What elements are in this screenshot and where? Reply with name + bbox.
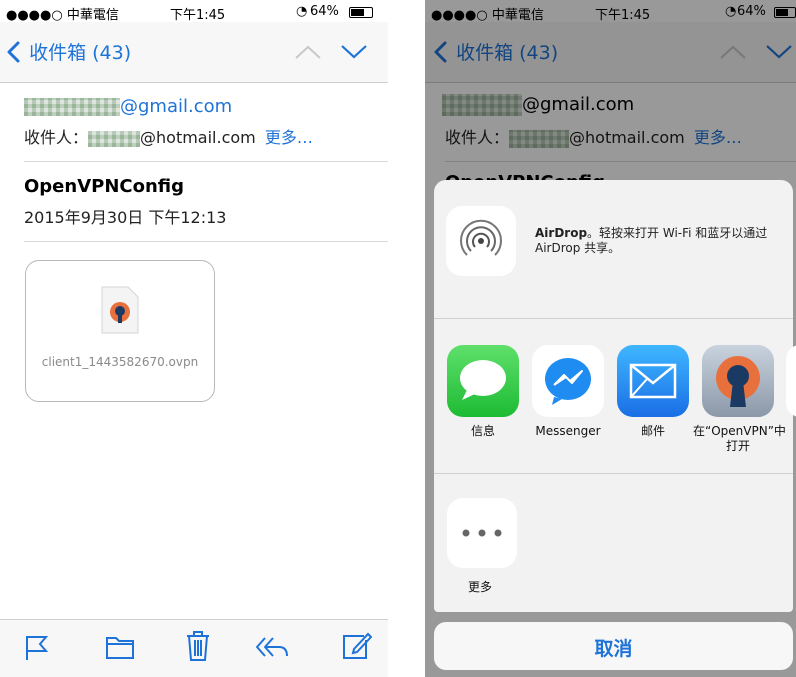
redacted-sender <box>24 98 120 116</box>
attachment-filename: client1_1443582670.ovpn <box>41 355 199 369</box>
recipient-line: 收件人： @hotmail.com 更多… <box>24 124 313 148</box>
app-label-messages: 信息 <box>470 424 495 438</box>
sender-line[interactable]: @gmail.com <box>24 96 232 117</box>
mail-screen: ●●●●○ 中華電信 下午1:45 ◔ 64% 收件箱 (43) @gmail.… <box>0 0 388 677</box>
more-label: 更多 <box>468 580 493 594</box>
more-dots-icon <box>462 529 502 537</box>
alarm-icon: ◔ <box>296 4 308 19</box>
messages-icon <box>460 360 506 400</box>
app-label-messenger: Messenger <box>535 424 601 438</box>
share-sheet: AirDrop。轻按来打开 Wi-Fi 和蓝牙以通过 AirDrop 共享。 信… <box>434 180 796 612</box>
redacted-recipient <box>88 130 141 147</box>
share-app-messages[interactable] <box>447 345 519 417</box>
battery-icon <box>349 7 373 18</box>
share-sheet-screen: ●●●●○ 中華電信 下午1:45 ◔ 64% 收件箱 (43) @gmail.… <box>425 0 796 677</box>
share-app-messenger[interactable] <box>532 345 604 417</box>
mail-toolbar <box>0 619 388 677</box>
battery-percent: 64% <box>310 4 339 19</box>
share-app-mail[interactable] <box>617 345 689 417</box>
more-link[interactable]: 更多… <box>265 128 313 147</box>
share-app-partial[interactable] <box>786 345 796 417</box>
folder-icon[interactable] <box>105 634 135 660</box>
sender-address: @gmail.com <box>120 96 233 117</box>
cancel-label: 取消 <box>594 638 633 660</box>
flag-icon[interactable] <box>24 634 50 662</box>
attachment-card[interactable]: client1_1443582670.ovpn <box>25 260 215 402</box>
app-label-openvpn: 在“OpenVPN”中打开 <box>693 424 786 453</box>
previous-message-icon[interactable] <box>294 44 322 60</box>
date: 2015年9月30日 下午12:13 <box>24 208 227 227</box>
airdrop-tile[interactable] <box>446 206 516 276</box>
airdrop-title: AirDrop <box>535 226 588 240</box>
airdrop-description: AirDrop。轻按来打开 Wi-Fi 和蓝牙以通过 AirDrop 共享。 <box>535 226 775 256</box>
more-button[interactable] <box>447 498 517 568</box>
openvpn-icon <box>716 356 760 407</box>
recipient-prefix: 收件人： <box>24 128 89 147</box>
mail-navbar: 收件箱 (43) <box>0 22 388 83</box>
status-bar: ●●●●○ 中華電信 下午1:45 ◔ 64% <box>0 0 388 23</box>
subject: OpenVPNConfig <box>24 176 185 197</box>
mail-icon <box>629 363 677 399</box>
back-label: 收件箱 (43) <box>29 42 132 64</box>
airdrop-icon <box>460 219 502 256</box>
ovpn-file-icon <box>101 286 139 334</box>
trash-icon[interactable] <box>185 630 211 662</box>
app-label-mail: 邮件 <box>640 424 665 438</box>
reply-icon[interactable] <box>255 634 289 660</box>
share-app-openvpn[interactable] <box>702 345 774 417</box>
messenger-icon <box>545 358 591 405</box>
cancel-button[interactable]: 取消 <box>434 622 793 670</box>
carrier-signal: ●●●●○ 中華電信 <box>6 8 119 23</box>
compose-icon[interactable] <box>340 630 372 662</box>
next-message-icon[interactable] <box>340 44 368 60</box>
recipient-address: @hotmail.com <box>140 128 256 147</box>
chevron-left-icon <box>7 41 20 62</box>
clock: 下午1:45 <box>170 8 226 23</box>
back-button[interactable]: 收件箱 (43) <box>6 38 131 65</box>
